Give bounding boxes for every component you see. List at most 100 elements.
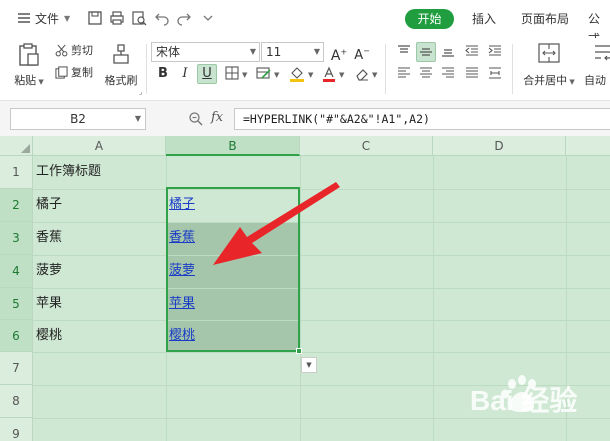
align-right-icon xyxy=(442,67,454,78)
cell-style-button[interactable] xyxy=(253,64,273,84)
fill-handle[interactable] xyxy=(296,348,302,354)
clear-format-button[interactable] xyxy=(352,64,372,84)
borders-button[interactable] xyxy=(222,64,242,84)
cell-style-chevron-icon[interactable]: ▼ xyxy=(274,71,279,79)
row-header-9[interactable]: 9 xyxy=(0,418,33,441)
paste-label: 粘贴 xyxy=(14,74,37,87)
save-icon[interactable] xyxy=(87,10,103,26)
clear-format-chevron-icon[interactable]: ▼ xyxy=(372,71,377,79)
copy-button[interactable]: 复制 xyxy=(55,65,93,81)
print-icon[interactable] xyxy=(109,10,125,26)
font-color-chevron-icon[interactable]: ▼ xyxy=(339,71,344,79)
gridline xyxy=(433,156,434,441)
formula-input[interactable]: =HYPERLINK("#"&A2&"!A1",A2) xyxy=(234,108,610,130)
align-top-button[interactable] xyxy=(394,42,414,62)
file-menu-chevron-icon[interactable]: ▼ xyxy=(64,9,70,29)
italic-button[interactable]: I xyxy=(175,64,195,84)
align-middle-button[interactable] xyxy=(416,42,436,62)
justify-icon xyxy=(466,67,478,78)
gridline xyxy=(33,320,610,321)
formula-bar: B2 ▼ fx =HYPERLINK("#"&A2&"!A1",A2) xyxy=(0,100,610,136)
decrease-font-size-button[interactable]: A− xyxy=(352,42,372,63)
auto-fill-options-button[interactable]: ▼ xyxy=(301,357,317,373)
clipboard-dialog-icon[interactable]: ⌟ xyxy=(139,88,142,96)
insert-function-button[interactable]: fx xyxy=(211,110,223,125)
justify-button[interactable] xyxy=(462,64,482,84)
row-header-8[interactable]: 8 xyxy=(0,385,33,418)
tab-formulas[interactable]: 公式 xyxy=(588,9,610,46)
cell-a4[interactable]: 菠萝 xyxy=(33,255,62,287)
underline-button[interactable]: U xyxy=(197,64,217,84)
hamburger-menu-icon[interactable] xyxy=(16,10,32,26)
align-center-button[interactable] xyxy=(416,64,436,84)
align-right-button[interactable] xyxy=(438,64,458,84)
cut-label: 剪切 xyxy=(71,44,93,57)
file-menu[interactable]: 文件 xyxy=(35,9,59,29)
decrease-indent-button[interactable] xyxy=(462,42,482,62)
row-header-7[interactable]: 7 xyxy=(0,352,33,385)
select-all-corner[interactable] xyxy=(0,136,33,156)
redo-icon[interactable] xyxy=(176,10,192,26)
cell-a3[interactable]: 香蕉 xyxy=(33,222,62,254)
merge-center-button[interactable]: 合并居中 ▼ xyxy=(519,42,579,88)
eraser-icon xyxy=(356,69,368,81)
row-header-4[interactable]: 4 xyxy=(0,255,33,288)
format-painter-button[interactable]: 格式刷 xyxy=(103,42,139,88)
gridline xyxy=(33,255,610,256)
font-color-button[interactable] xyxy=(319,64,339,84)
cell-a5[interactable]: 苹果 xyxy=(33,288,62,320)
watermark-text: Bai 经验 xyxy=(470,384,577,416)
cell-a1[interactable]: 工作簿标题 xyxy=(33,156,101,188)
row-header-1[interactable]: 1 xyxy=(0,156,33,189)
row-header-2[interactable]: 2 xyxy=(0,189,33,222)
chevron-down-icon: ▼ xyxy=(134,114,141,123)
fill-color-button[interactable] xyxy=(287,64,307,84)
row-header-6[interactable]: 6 xyxy=(0,320,33,352)
align-left-button[interactable] xyxy=(394,64,414,84)
row-header-3[interactable]: 3 xyxy=(0,222,33,255)
distributed-button[interactable] xyxy=(485,64,505,84)
format-painter-label: 格式刷 xyxy=(104,74,138,87)
column-header-e[interactable] xyxy=(566,136,610,156)
font-name-select[interactable]: 宋体 ▼ xyxy=(151,42,260,62)
print-preview-icon[interactable] xyxy=(131,10,147,26)
borders-chevron-icon[interactable]: ▼ xyxy=(242,71,247,79)
font-grow-icon: A+ xyxy=(330,47,348,64)
distributed-icon xyxy=(489,67,501,79)
tab-start[interactable]: 开始 xyxy=(405,9,454,29)
name-box[interactable]: B2 ▼ xyxy=(10,108,146,130)
paste-icon xyxy=(19,43,39,66)
ribbon-separator xyxy=(385,44,386,94)
undo-icon[interactable] xyxy=(154,10,170,26)
wrap-text-icon xyxy=(595,45,610,61)
increase-font-size-button[interactable]: A+ xyxy=(329,42,349,64)
column-header-c[interactable]: C xyxy=(300,136,433,156)
cell-a6[interactable]: 樱桃 xyxy=(33,320,62,352)
ribbon-separator xyxy=(146,44,147,94)
font-name-value: 宋体 xyxy=(156,45,181,59)
increase-indent-button[interactable] xyxy=(485,42,505,62)
cut-button[interactable]: 剪切 xyxy=(55,43,93,59)
tab-insert[interactable]: 插入 xyxy=(472,9,496,29)
customize-chevron-icon[interactable] xyxy=(200,10,216,26)
ribbon: 粘贴 ▼ 剪切 复制 格式刷 ⌟ 宋体 ▼ 11 ▼ A+ A− B I U ▼ ▼… xyxy=(0,38,610,100)
bold-button[interactable]: B xyxy=(153,64,173,84)
fill-color-chevron-icon[interactable]: ▼ xyxy=(308,71,313,79)
column-header-d[interactable]: D xyxy=(433,136,566,156)
font-color-icon xyxy=(323,66,335,82)
cell-a2[interactable]: 橘子 xyxy=(33,189,62,221)
wrap-text-label: 自动 xyxy=(584,74,606,87)
tab-page-layout[interactable]: 页面布局 xyxy=(521,9,569,29)
paste-button[interactable]: 粘贴 ▼ xyxy=(12,42,46,88)
row-header-5[interactable]: 5 xyxy=(0,288,33,320)
chevron-down-icon: ▼ xyxy=(306,361,312,369)
wrap-text-button[interactable]: 自动 xyxy=(584,42,610,88)
zoom-magnifier-icon[interactable] xyxy=(188,111,204,127)
column-header-a[interactable]: A xyxy=(33,136,166,156)
cell-style-icon xyxy=(255,67,271,79)
merge-center-label: 合并居中 xyxy=(523,74,568,87)
column-header-b[interactable]: B xyxy=(166,136,300,156)
font-size-select[interactable]: 11 ▼ xyxy=(261,42,324,62)
chevron-down-icon: ▼ xyxy=(249,47,256,56)
align-bottom-button[interactable] xyxy=(438,42,458,62)
